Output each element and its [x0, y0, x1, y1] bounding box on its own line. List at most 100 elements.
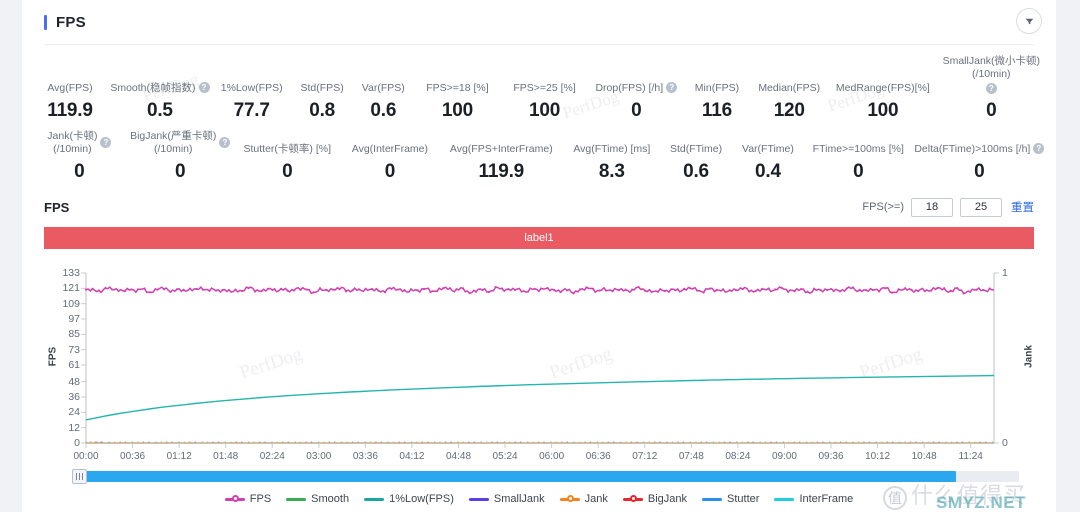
- y-axis-tick-label: 36: [68, 390, 80, 403]
- stat-label-text: Smooth(稳帧指数): [110, 81, 196, 94]
- y-axis-tick-label: 12: [68, 421, 80, 434]
- stat-value: 0: [74, 161, 85, 182]
- stat-label: Stutter(卡顿率) [%]: [244, 143, 332, 156]
- stat-cell: Smooth(稳帧指数)? 0.5: [108, 82, 212, 123]
- reset-link[interactable]: 重置: [1011, 199, 1034, 215]
- stat-cell: FPS>=25 [%] 100: [501, 82, 588, 123]
- y-axis-tick-label: 0: [74, 437, 80, 449]
- stat-value: 116: [701, 100, 732, 121]
- stat-label-text: Var(FPS): [361, 81, 405, 94]
- threshold-low-input[interactable]: [911, 197, 953, 217]
- stat-label: Min(FPS): [695, 82, 739, 95]
- help-icon[interactable]: ?: [985, 83, 997, 94]
- panel-header: FPS: [22, 0, 1056, 45]
- y2-axis-tick-label: 1: [1002, 267, 1008, 279]
- legend-label: Stutter: [727, 493, 760, 505]
- y-axis-tick-label: 61: [68, 359, 80, 372]
- stat-label-text: Avg(FTime) [ms]: [573, 142, 651, 155]
- stat-label: Std(FTime): [670, 143, 722, 156]
- help-icon[interactable]: ?: [100, 137, 112, 148]
- stat-value: 0: [974, 161, 985, 182]
- legend-item-jank[interactable]: Jank: [559, 493, 608, 505]
- stat-label: Avg(FPS+InterFrame): [450, 143, 553, 156]
- stat-value: 77.7: [233, 100, 270, 121]
- help-icon[interactable]: ?: [1033, 143, 1045, 155]
- stat-value: 119.9: [47, 100, 93, 121]
- legend-label: 1%Low(FPS): [389, 493, 454, 505]
- stat-label: FPS>=25 [%]: [513, 82, 575, 95]
- stat-cell: Avg(FPS+InterFrame) 119.9: [439, 143, 564, 184]
- threshold-high-input[interactable]: [960, 197, 1002, 217]
- stat-cell: Std(FPS) 0.8: [292, 82, 353, 123]
- y-axis-tick-label: 121: [62, 282, 80, 295]
- accent-bar-icon: [44, 15, 47, 30]
- collapse-button[interactable]: [1016, 8, 1042, 34]
- x-axis-tick-label: 00:00: [73, 451, 99, 462]
- x-axis-tick-label: 00:36: [120, 451, 146, 462]
- legend-item-interframe[interactable]: InterFrame: [774, 493, 853, 505]
- legend-label: Smooth: [311, 493, 350, 505]
- stat-label-text: 1%Low(FPS): [220, 81, 283, 94]
- legend-swatch-icon: [286, 497, 307, 501]
- stat-label: Var(FTime): [742, 143, 794, 156]
- x-axis-tick-label: 07:12: [632, 451, 658, 462]
- stat-label-text: Jank(卡顿) (/10min): [47, 130, 98, 155]
- stat-label: Delta(FTime)>100ms [/h]?: [914, 143, 1045, 156]
- x-axis-tick-label: 11:24: [958, 451, 983, 462]
- x-axis-tick-label: 08:24: [725, 451, 751, 462]
- y-axis-tick-label: 73: [68, 343, 80, 356]
- stat-cell: Avg(FTime) [ms] 8.3: [564, 143, 660, 184]
- stats-summary: Avg(FPS) 119.9 Smooth(稳帧指数)? 0.5 1%Low(FPS) 7…: [22, 45, 1056, 187]
- stats-row-secondary: Jank(卡顿) (/10min)? 0 BigJank(严重卡顿) (/10min…: [32, 130, 1046, 183]
- stat-cell: Var(FTime) 0.4: [732, 143, 804, 184]
- drag-handle-icon[interactable]: [72, 469, 87, 484]
- y-axis-tick-label: 48: [68, 375, 80, 388]
- help-icon[interactable]: ?: [666, 82, 678, 94]
- stat-value: 0: [853, 161, 864, 182]
- stat-label-text: Avg(InterFrame): [351, 142, 429, 155]
- stat-cell: FTime>=100ms [%] 0: [804, 143, 913, 184]
- y-axis-tick-label: 133: [62, 267, 80, 279]
- scene-label-band[interactable]: label1: [44, 227, 1034, 249]
- chart-controls: FPS(>=) 重置: [862, 197, 1034, 217]
- x-axis-tick-label: 03:36: [352, 451, 378, 462]
- legend-swatch-icon: [559, 495, 580, 503]
- chart-scrollbar[interactable]: [44, 469, 1034, 484]
- stat-label-text: Avg(FPS): [47, 81, 93, 94]
- stat-value: 8.3: [598, 161, 625, 182]
- stat-label-text: FPS>=25 [%]: [513, 81, 576, 94]
- x-axis-tick-label: 09:36: [818, 451, 844, 462]
- y-axis-tick-label: 85: [68, 328, 80, 341]
- stat-label-text: Drop(FPS) [/h]: [595, 81, 664, 94]
- help-icon[interactable]: ?: [198, 82, 210, 94]
- y-axis-tick-label: 109: [62, 297, 80, 310]
- x-axis-tick-label: 06:00: [539, 451, 565, 462]
- help-icon[interactable]: ?: [219, 137, 231, 148]
- stat-value: 0: [282, 161, 293, 182]
- x-axis-tick-label: 06:36: [585, 451, 611, 462]
- app-root: FPS Avg(FPS) 119.9 Smooth(稳帧指数)? 0.5 1%Low(F…: [0, 0, 1080, 512]
- legend-item-bigjank[interactable]: BigJank: [622, 493, 687, 505]
- stat-cell: Min(FPS) 116: [685, 82, 750, 123]
- stat-label-text: Stutter(卡顿率) [%]: [243, 142, 332, 155]
- stat-label-text: Var(FTime): [741, 142, 794, 155]
- stat-label: Drop(FPS) [/h]?: [595, 81, 678, 95]
- stat-label-text: Min(FPS): [694, 81, 740, 94]
- legend-item-stutter[interactable]: Stutter: [702, 493, 759, 505]
- legend-item-fps[interactable]: FPS: [224, 493, 271, 505]
- stat-cell: MedRange(FPS)[%] 100: [829, 82, 937, 123]
- scrollbar-thumb[interactable]: [76, 471, 956, 482]
- stat-label-text: Std(FTime): [669, 142, 723, 155]
- plot-area: FPS Jank 133 121 109 97 85 73 61 48 36 24 12 0 10 0…: [44, 255, 1035, 470]
- stat-label-text: FPS>=18 [%]: [426, 81, 489, 94]
- chevron-down-icon: [1025, 18, 1033, 24]
- stat-cell: Avg(InterFrame) 0: [341, 143, 439, 184]
- legend-swatch-icon: [468, 497, 489, 501]
- stat-label: Avg(InterFrame): [352, 143, 428, 156]
- legend-item-smooth[interactable]: Smooth: [286, 493, 349, 505]
- legend-item-1-low-fps[interactable]: 1%Low(FPS): [364, 493, 454, 505]
- legend-item-smalljank[interactable]: SmallJank: [468, 493, 545, 505]
- chart-canvas[interactable]: [44, 255, 1034, 470]
- stat-value: 120: [773, 100, 805, 121]
- x-axis-tick-label: 10:48: [911, 451, 937, 462]
